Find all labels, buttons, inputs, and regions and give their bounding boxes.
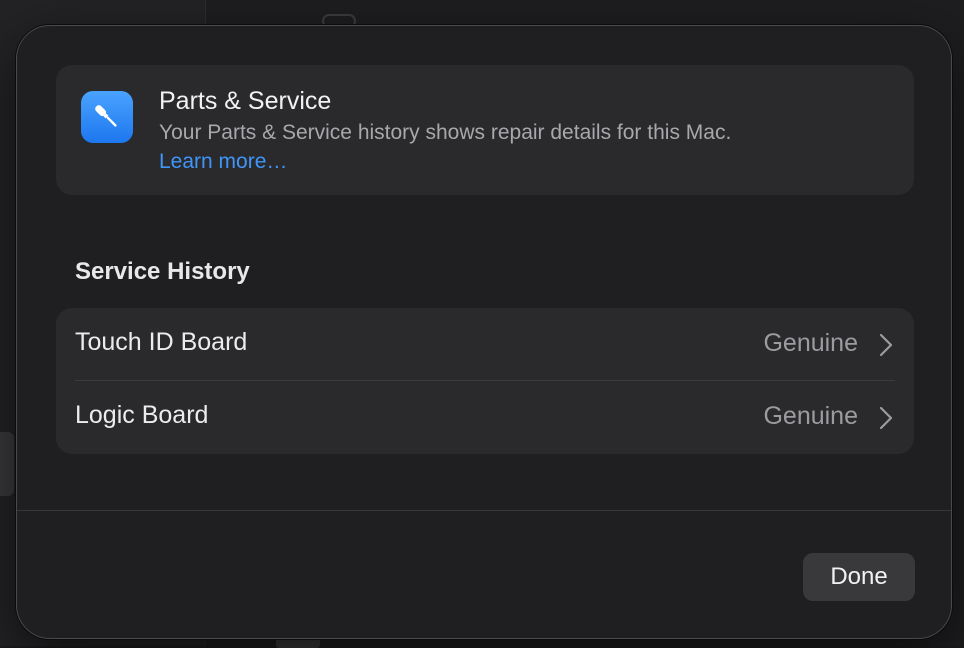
item-status: Genuine xyxy=(763,402,858,431)
list-item-logic-board[interactable]: Logic Board Genuine xyxy=(56,381,914,454)
item-status: Genuine xyxy=(763,329,858,358)
service-history-list: Touch ID Board Genuine Logic Board Genui… xyxy=(56,308,914,454)
footer-divider xyxy=(17,510,952,511)
chevron-right-icon xyxy=(878,332,894,358)
item-label: Logic Board xyxy=(75,401,208,430)
done-button[interactable]: Done xyxy=(803,553,915,601)
learn-more-link[interactable]: Learn more… xyxy=(159,150,287,174)
background-sidebar-selection xyxy=(0,432,14,496)
info-card: Parts & Service Your Parts & Service his… xyxy=(56,65,914,195)
info-title: Parts & Service xyxy=(159,87,331,116)
list-item-touch-id-board[interactable]: Touch ID Board Genuine xyxy=(56,308,914,381)
section-title: Service History xyxy=(75,258,250,286)
info-description: Your Parts & Service history shows repai… xyxy=(159,121,731,145)
parts-service-sheet: Parts & Service Your Parts & Service his… xyxy=(16,25,952,639)
item-label: Touch ID Board xyxy=(75,328,247,357)
screwdriver-icon xyxy=(81,91,133,143)
chevron-right-icon xyxy=(878,405,894,431)
